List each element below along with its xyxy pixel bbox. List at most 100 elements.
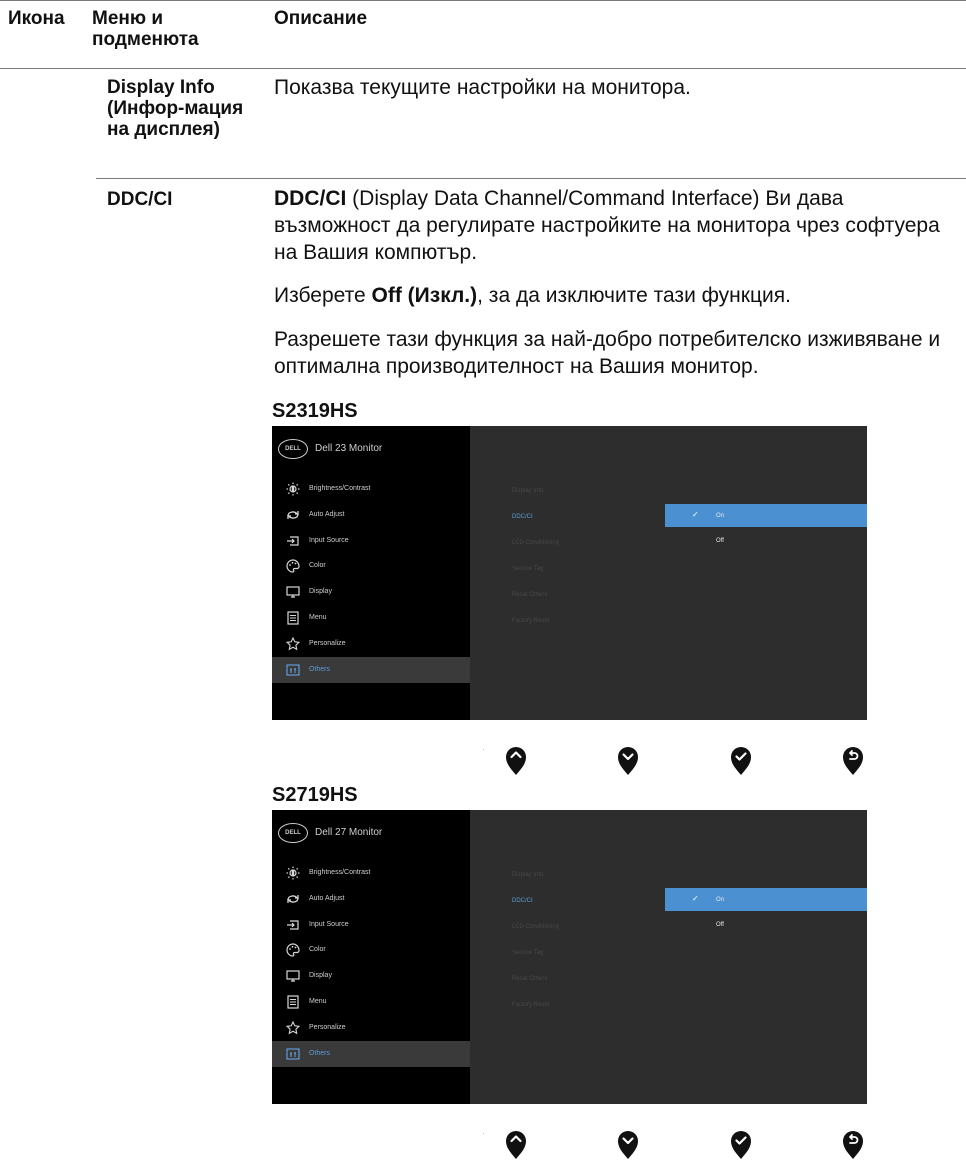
display-icon [286,969,300,983]
table-top-rule [0,0,966,1]
star-icon [285,636,301,651]
osd-menu-item[interactable]: Input Source [272,912,470,938]
osd-menu-label: Color [309,946,326,954]
check-icon: ✓ [692,510,699,519]
osd-menu-item[interactable]: Display [272,963,470,989]
osd-menu-label: Others [309,1049,331,1057]
osd-submenu-item[interactable]: Service Tag [512,566,543,572]
osd-menu-item[interactable]: Auto Adjust [272,886,470,912]
osd-option-off[interactable]: Off [716,922,724,928]
menu-display-info: Display Info (Инфор-мация на дисплея) [107,77,244,140]
header-desc-col: Описание [274,8,368,29]
down-icon[interactable] [617,746,639,776]
osd-menu-label: Input Source [309,920,349,928]
nav-buttons-s2319hs [505,746,865,776]
osd-menu-item[interactable]: Auto Adjust [272,502,470,528]
desc-ddcci-p2: Изберете Off (Изкл.), за да изключите та… [274,284,791,307]
others-icon [286,663,300,677]
color-icon [286,559,300,573]
osd-menu-label: Auto Adjust [309,894,345,902]
osd-submenu-item[interactable]: Display Info [512,872,543,878]
osd-submenu-item[interactable]: Service Tag [512,950,543,956]
osd-screenshot-s2319hs: DELL Dell 23 Monitor Brightness/Contrast Au… [272,426,867,720]
dot [483,749,484,750]
osd-menu-item[interactable]: Brightness/Contrast [272,860,470,886]
osd-menu-label: Personalize [309,1023,346,1031]
osd-submenu-item[interactable]: Factory Reset [512,618,549,624]
model-label-s2319hs: S2319HS [272,400,358,422]
osd-menu-label: Personalize [309,639,346,647]
desc-display-info: Показва текущите настройки на монитора. [274,76,691,99]
osd-menu-item[interactable]: Personalize [272,631,470,657]
dell-logo: DELL [278,439,308,459]
osd-submenu-item[interactable]: Factory Reset [512,1002,549,1008]
osd-menu-item[interactable]: Personalize [272,1015,470,1041]
down-icon[interactable] [617,1130,639,1160]
osd-menu-label: Input Source [309,536,349,544]
check-icon[interactable] [730,746,752,776]
osd-submenu-item[interactable]: Display Info [512,488,543,494]
osd-menu-item[interactable]: Others [272,656,470,683]
osd-main-menu: DELL Dell 23 Monitor Brightness/Contrast Au… [272,426,470,720]
check-icon[interactable] [730,1130,752,1160]
star-icon [285,1020,301,1035]
osd-menu-item[interactable]: Menu [272,989,470,1015]
osd-title: Dell 23 Monitor [315,443,383,454]
osd-option-on[interactable]: On [716,897,724,903]
osd-submenu-item[interactable]: LCD Conditioning [512,540,559,546]
dot [483,1133,484,1134]
color-icon [286,943,300,957]
auto-adjust-icon [286,892,300,906]
input-source-icon [286,918,300,932]
header-icon-col: Икона [8,8,65,29]
osd-submenu-item[interactable]: DDC/CI [512,898,533,904]
osd-menu-label: Brightness/Contrast [309,869,371,876]
up-icon[interactable] [505,746,527,776]
menu-icon [286,611,300,625]
osd-main-menu: DELL Dell 27 Monitor Brightness/Contrast Au… [272,810,470,1104]
others-icon [286,1047,300,1061]
back-icon[interactable] [842,746,864,776]
display-icon [286,585,300,599]
model-label-s2719hs: S2719HS [272,784,358,806]
osd-menu-item[interactable]: Brightness/Contrast [272,476,470,502]
osd-menu-label: Others [309,665,331,673]
auto-adjust-icon [286,508,300,522]
osd-menu-item[interactable]: Display [272,579,470,605]
osd-menu-item[interactable]: Menu [272,605,470,631]
menu-ddcci: DDC/CI [107,189,173,210]
osd-menu-label: Auto Adjust [309,510,345,518]
osd-menu-item[interactable]: Color [272,937,470,963]
brightness-icon [286,866,300,880]
osd-menu-label: Menu [309,998,327,1005]
brightness-icon [286,482,300,496]
osd-submenu-item[interactable]: Reset Others [512,592,547,598]
menu-icon [286,995,300,1009]
check-icon: ✓ [692,894,699,903]
osd-submenu-item[interactable]: LCD Conditioning [512,924,559,930]
osd-menu-label: Brightness/Contrast [309,485,371,492]
dell-logo: DELL [278,823,308,843]
osd-menu-item[interactable]: Others [272,1040,470,1067]
header-bottom-rule [0,68,966,69]
osd-screenshot-s2719hs: DELL Dell 27 Monitor Brightness/Contrast Au… [272,810,867,1104]
osd-option-on[interactable]: On [716,513,724,519]
desc-ddcci-p1: DDC/CI (Display Data Channel/Command Int… [274,187,940,264]
osd-menu-label: Display [309,588,332,596]
osd-submenu-item[interactable]: DDC/CI [512,514,533,520]
osd-menu-item[interactable]: Color [272,553,470,579]
up-icon[interactable] [505,1130,527,1160]
back-icon[interactable] [842,1130,864,1160]
osd-title: Dell 27 Monitor [315,827,383,838]
osd-menu-label: Menu [309,614,327,621]
osd-option-off[interactable]: Off [716,538,724,544]
row-divider [96,178,966,179]
desc-ddcci-p3: Разрешете тази функция за най-добро потр… [274,328,941,378]
input-source-icon [286,534,300,548]
nav-buttons-s2719hs [505,1130,865,1160]
osd-submenu-item[interactable]: Reset Others [512,976,547,982]
osd-menu-label: Color [309,562,326,570]
osd-menu-item[interactable]: Input Source [272,528,470,554]
osd-menu-label: Display [309,972,332,980]
header-menu-col: Меню и подменюта [92,8,199,50]
